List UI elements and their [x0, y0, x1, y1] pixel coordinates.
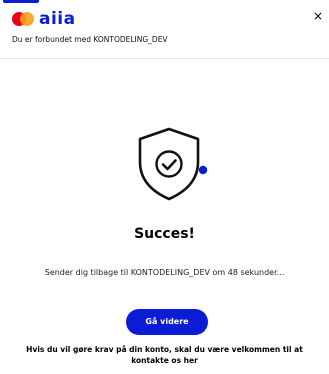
success-title: Succes! — [134, 226, 195, 242]
contact-text-line1: Hvis du vil gøre krav på din konto, skal… — [26, 345, 303, 354]
continue-button[interactable]: Gå videre — [126, 309, 208, 335]
connected-status-text: Du er forbundet med KONTODELING_DEV — [12, 35, 168, 44]
redirect-countdown-text: Sender dig tilbage til KONTODELING_DEV o… — [44, 268, 285, 277]
aiia-logo-icon — [12, 12, 34, 26]
header-divider — [0, 58, 329, 59]
page: aiia × Du er forbundet med KONTODELING_D… — [0, 0, 329, 374]
contact-text: Hvis du vil gøre krav på din konto, skal… — [0, 344, 329, 366]
aiia-logo: aiia — [12, 9, 76, 29]
close-icon[interactable]: × — [311, 9, 325, 23]
contact-link[interactable]: kontakte os her — [0, 355, 329, 366]
header: aiia × Du er forbundet med KONTODELING_D… — [0, 0, 329, 56]
shield-check-icon — [133, 126, 213, 202]
logo-text: aiia — [39, 9, 76, 29]
logo-circle-orange — [20, 12, 34, 26]
